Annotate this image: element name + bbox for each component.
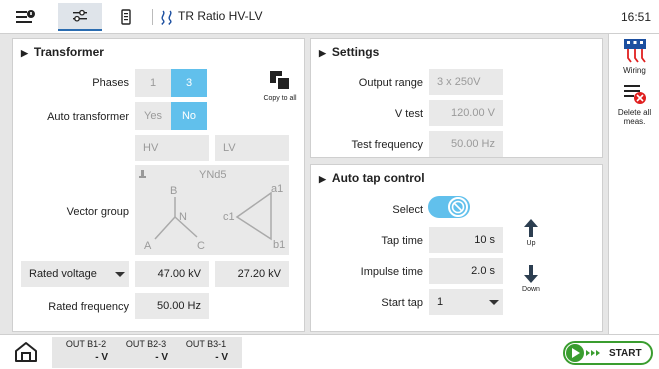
wiring-label: Wiring bbox=[623, 66, 646, 75]
output-name: OUT B2-3 bbox=[125, 339, 167, 349]
rated-frequency-field[interactable]: 50.00 Hz bbox=[135, 293, 209, 319]
phases-label: Phases bbox=[92, 77, 129, 89]
delete-list-icon bbox=[623, 85, 646, 104]
output-range-field[interactable]: 3 x 250V bbox=[429, 69, 503, 95]
v-test-label: V test bbox=[394, 108, 423, 120]
tap-up-button[interactable]: Up bbox=[517, 219, 545, 247]
diagram-label-n: N bbox=[179, 211, 187, 223]
diagram-label-a: A bbox=[144, 240, 152, 252]
up-label: Up bbox=[526, 240, 536, 247]
wiring-icon bbox=[623, 39, 646, 63]
rated-voltage-label: Rated voltage bbox=[29, 268, 97, 280]
prohibited-icon bbox=[451, 200, 465, 214]
device-icon bbox=[121, 9, 131, 25]
diagram-label-b: B bbox=[170, 185, 178, 197]
top-bar: TR Ratio HV-LV 16:51 bbox=[0, 0, 659, 34]
select-toggle[interactable] bbox=[428, 196, 470, 218]
expand-triangle-icon: ▶ bbox=[319, 48, 326, 58]
v-test-field[interactable]: 120.00 V bbox=[429, 100, 503, 126]
auto-transformer-label: Auto transformer bbox=[47, 111, 129, 123]
impulse-time-label: Impulse time bbox=[360, 266, 423, 278]
copy-to-all-button[interactable]: Copy to all bbox=[257, 69, 303, 102]
start-tap-dropdown[interactable]: 1 bbox=[429, 289, 503, 315]
diagram-label-a1: a1 bbox=[271, 183, 284, 195]
page-title: TR Ratio HV-LV bbox=[178, 9, 263, 23]
diagram-label-b1: b1 bbox=[273, 239, 286, 251]
rated-voltage-hv-field[interactable]: 47.00 kV bbox=[135, 261, 209, 287]
auto-option-yes[interactable]: Yes bbox=[135, 102, 171, 130]
phases-option-3[interactable]: 3 bbox=[171, 69, 207, 97]
delete-all-meas-button[interactable]: Delete all meas. bbox=[609, 82, 659, 126]
rated-voltage-dropdown[interactable]: Rated voltage bbox=[21, 261, 129, 287]
output-b2-3: OUT B2-3 - V bbox=[118, 339, 174, 363]
settings-sliders-icon bbox=[73, 9, 87, 22]
play-icon bbox=[566, 344, 600, 362]
vector-group-value: YNd5 bbox=[199, 169, 227, 181]
wiring-button[interactable]: Wiring bbox=[609, 38, 659, 75]
rated-voltage-lv-field[interactable]: 27.20 kV bbox=[215, 261, 289, 287]
auto-tap-panel-title[interactable]: ▶ Auto tap control bbox=[319, 171, 425, 185]
output-range-label: Output range bbox=[358, 77, 423, 89]
tap-time-label: Tap time bbox=[381, 235, 423, 247]
ratio-icon bbox=[160, 9, 174, 28]
vector-group-label: Vector group bbox=[66, 206, 129, 218]
tab-settings[interactable] bbox=[58, 3, 102, 31]
arrow-up-icon bbox=[524, 219, 538, 237]
clock: 16:51 bbox=[620, 10, 651, 24]
tab-device[interactable] bbox=[112, 3, 140, 31]
output-value: - V bbox=[215, 352, 228, 363]
output-name: OUT B3-1 bbox=[185, 339, 227, 349]
bottom-bar: OUT B1-2 - V OUT B2-3 - V OUT B3-1 - V S… bbox=[0, 334, 659, 369]
settings-panel-title[interactable]: ▶ Settings bbox=[319, 45, 379, 59]
copy-to-all-label: Copy to all bbox=[263, 95, 297, 102]
output-name: OUT B1-2 bbox=[65, 339, 107, 349]
output-value: - V bbox=[95, 352, 108, 363]
diagram-label-c1: c1 bbox=[223, 211, 235, 223]
home-icon bbox=[15, 342, 37, 362]
auto-option-no[interactable]: No bbox=[171, 102, 207, 130]
hv-field[interactable]: HV bbox=[135, 135, 209, 161]
output-b1-2: OUT B1-2 - V bbox=[58, 339, 114, 363]
chevron-down-icon bbox=[115, 272, 125, 277]
diagram-label-c: C bbox=[197, 240, 205, 252]
arrow-down-icon bbox=[524, 265, 538, 283]
select-label: Select bbox=[392, 204, 423, 216]
phases-option-1[interactable]: 1 bbox=[135, 69, 171, 97]
start-tap-value: 1 bbox=[437, 296, 444, 308]
test-frequency-label: Test frequency bbox=[351, 139, 423, 151]
impulse-time-field[interactable]: 2.0 s bbox=[429, 258, 503, 284]
start-label: START bbox=[609, 347, 642, 359]
settings-panel: ▶ Settings Output range 3 x 250V V test 1… bbox=[310, 38, 603, 158]
copy-icon bbox=[270, 71, 290, 90]
rated-frequency-label: Rated frequency bbox=[48, 301, 129, 313]
transformer-panel: ▶ Transformer Phases 1 3 Auto transformer… bbox=[12, 38, 305, 332]
lv-field[interactable]: LV bbox=[215, 135, 289, 161]
winding-icon bbox=[139, 170, 146, 178]
start-button[interactable]: START bbox=[563, 341, 653, 365]
outputs-panel: OUT B1-2 - V OUT B2-3 - V OUT B3-1 - V bbox=[52, 337, 242, 368]
expand-triangle-icon: ▶ bbox=[21, 48, 28, 58]
topbar-divider bbox=[152, 9, 153, 25]
start-tap-label: Start tap bbox=[381, 297, 423, 309]
test-frequency-field[interactable]: 50.00 Hz bbox=[429, 131, 503, 157]
output-b3-1: OUT B3-1 - V bbox=[178, 339, 234, 363]
output-value: - V bbox=[155, 352, 168, 363]
menu-overview-button[interactable] bbox=[10, 3, 42, 31]
chevron-down-icon bbox=[489, 300, 499, 305]
main-area: ▶ Transformer Phases 1 3 Auto transformer… bbox=[0, 34, 659, 334]
transformer-panel-title[interactable]: ▶ Transformer bbox=[21, 45, 104, 59]
delete-label-line-2: meas. bbox=[623, 117, 646, 126]
delete-label-line-1: Delete all bbox=[617, 108, 652, 117]
tap-down-button[interactable]: Down bbox=[517, 265, 545, 293]
expand-triangle-icon: ▶ bbox=[319, 174, 326, 184]
tools-column: Wiring Delete all meas. bbox=[608, 34, 659, 334]
tap-time-field[interactable]: 10 s bbox=[429, 227, 503, 253]
menu-overview-icon bbox=[16, 10, 35, 23]
auto-tap-panel: ▶ Auto tap control Select Tap time 10 s I… bbox=[310, 164, 603, 332]
down-label: Down bbox=[522, 286, 540, 293]
toggle-knob bbox=[448, 197, 468, 217]
vector-group-selector[interactable]: YNd5 B N A C a1 c1 b1 bbox=[135, 165, 289, 255]
home-button[interactable] bbox=[14, 341, 38, 366]
